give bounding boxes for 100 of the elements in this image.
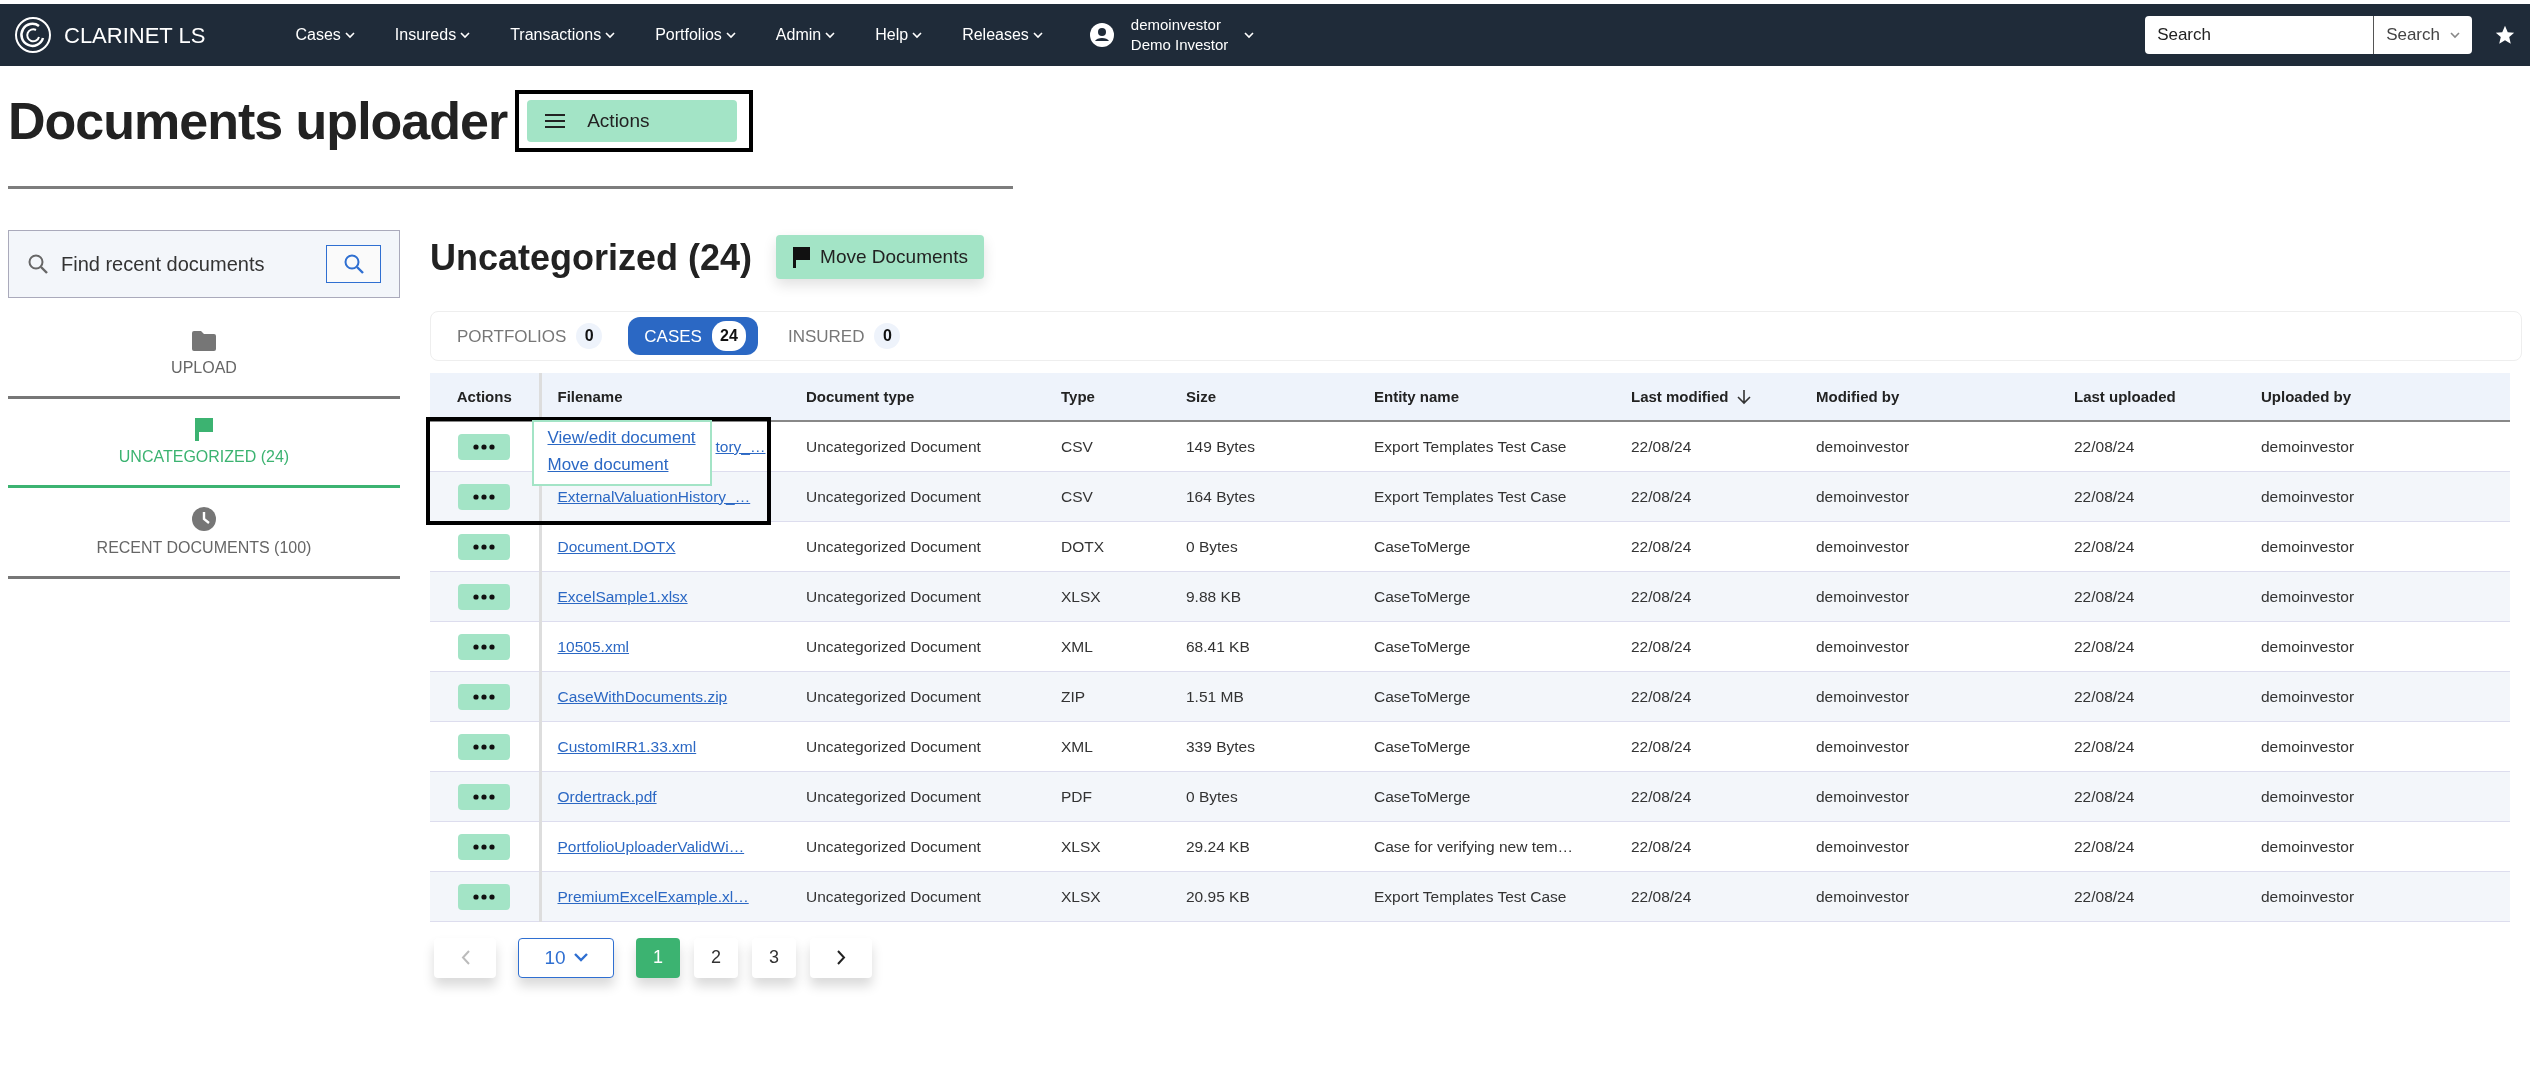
column-header[interactable]: Uploaded by [2245, 373, 2510, 422]
table-cell: 22/08/24 [2058, 621, 2245, 672]
row-actions-button[interactable] [458, 583, 511, 610]
nav-menu[interactable]: Portfolios [645, 23, 746, 47]
count-badge: 0 [874, 323, 901, 350]
dots-icon [473, 543, 496, 550]
table-cell: 20.95 KB [1170, 871, 1358, 922]
table-cell: CaseToMerge [1358, 621, 1615, 672]
sidebar-item[interactable]: RECENT DOCUMENTS (100) [8, 488, 400, 580]
menu-item[interactable]: View/edit document [547, 426, 696, 452]
table-cell: CaseToMerge [1358, 521, 1615, 572]
search-field[interactable]: Find recent documents [59, 248, 316, 281]
move-documents-button[interactable]: Move Documents [776, 235, 984, 280]
row-actions-button[interactable] [458, 733, 511, 760]
table-cell: 22/08/24 [1615, 621, 1800, 672]
chevron-down-icon [1032, 31, 1043, 39]
actions-button[interactable]: Actions [527, 100, 738, 143]
table-cell: XLSX [1045, 871, 1170, 922]
nav-menu[interactable]: Transactions [500, 23, 626, 47]
row-actions-button[interactable] [458, 833, 511, 860]
table-cell: 22/08/24 [1615, 771, 1800, 822]
tab[interactable]: CASES 24 [628, 317, 758, 356]
table-cell: demoinvestor [2245, 471, 2510, 522]
dots-icon [473, 743, 496, 750]
table-cell: demoinvestor [2245, 621, 2510, 672]
row-actions-button[interactable] [458, 434, 511, 461]
sidebar-item[interactable]: UPLOAD [8, 312, 400, 400]
table-cell: demoinvestor [1800, 721, 2058, 772]
chevron-down-icon [2450, 31, 2460, 39]
table-cell: demoinvestor [1800, 521, 2058, 572]
table-cell: DOTX [1045, 521, 1170, 572]
table-cell: Case for verifying new tem… [1358, 821, 1615, 872]
chevron-down-icon [1244, 31, 1255, 39]
file-link[interactable]: ExcelSample1.xlsx [557, 587, 688, 605]
search-icon [27, 253, 49, 276]
file-link[interactable]: tory_… [715, 438, 766, 455]
file-link[interactable]: CustomIRR1.33.xml [557, 737, 697, 755]
table-cell: demoinvestor [1800, 821, 2058, 872]
table-cell: 0 Bytes [1170, 521, 1358, 572]
user-menu[interactable]: demoinvestor Demo Investor [1088, 14, 1255, 56]
column-header[interactable]: Type [1045, 373, 1170, 422]
table-cell: 68.41 KB [1170, 621, 1358, 672]
chevron-down-icon [725, 31, 736, 39]
flag-icon [792, 246, 813, 269]
search-button[interactable] [326, 245, 381, 284]
search-field[interactable]: Search [2145, 16, 2374, 54]
display-name: Demo Investor [1130, 35, 1229, 55]
column-header[interactable]: Document type [790, 373, 1045, 422]
table-cell: 9.88 KB [1170, 571, 1358, 622]
file-link[interactable]: Document.DOTX [557, 537, 676, 555]
table-cell: 22/08/24 [1615, 671, 1800, 722]
table-cell: 0 Bytes [1170, 771, 1358, 822]
table-cell: Uncategorized Document [790, 621, 1045, 672]
user-icon [1088, 22, 1115, 48]
dots-icon [473, 643, 496, 650]
nav-menu[interactable]: Help [865, 23, 933, 47]
table-cell: PDF [1045, 771, 1170, 822]
column-header[interactable]: Last modified [1615, 373, 1800, 422]
dots-icon [473, 693, 496, 700]
table-cell: demoinvestor [1800, 671, 2058, 722]
nav-menu[interactable]: Cases [285, 23, 365, 47]
column-header[interactable]: Actions [430, 373, 540, 422]
file-link[interactable]: Ordertrack.pdf [557, 787, 657, 805]
row-actions-button[interactable] [458, 483, 511, 510]
tab[interactable]: PORTFOLIOS 0 [441, 317, 615, 356]
page-button[interactable]: 3 [752, 937, 796, 978]
search-dropdown[interactable]: Search [2373, 16, 2472, 54]
column-header[interactable]: Size [1170, 373, 1358, 422]
column-header[interactable]: Entity name [1358, 373, 1615, 422]
nav-menu[interactable]: Insureds [384, 23, 481, 47]
search-box[interactable]: Find recent documents [8, 230, 400, 299]
column-header[interactable]: Modified by [1800, 373, 2058, 422]
row-actions-button[interactable] [458, 533, 511, 560]
table-cell: demoinvestor [1800, 421, 2058, 472]
nav-menu[interactable]: Releases [952, 23, 1053, 47]
page-button[interactable]: 2 [694, 937, 738, 978]
menu-item[interactable]: Move document [547, 453, 696, 478]
column-header[interactable]: Filename [540, 373, 790, 422]
row-actions-button[interactable] [458, 883, 511, 910]
table-cell: 149 Bytes [1170, 421, 1358, 472]
page-title: Documents uploader [8, 91, 508, 152]
table-cell: 22/08/24 [2058, 721, 2245, 772]
row-actions-button[interactable] [458, 783, 511, 810]
row-actions-button[interactable] [458, 683, 511, 710]
row-actions-button[interactable] [458, 633, 511, 660]
clock-icon [191, 506, 217, 533]
table-cell: 22/08/24 [1615, 871, 1800, 922]
tab[interactable]: INSURED 0 [771, 317, 913, 356]
table-cell: Export Templates Test Case [1358, 421, 1615, 472]
page-size-select[interactable]: 10 [518, 937, 614, 978]
table-cell: ZIP [1045, 671, 1170, 722]
file-link[interactable]: PortfolioUploaderValidWi… [557, 837, 745, 855]
table-cell: demoinvestor [2245, 721, 2510, 772]
table-cell: 1.51 MB [1170, 671, 1358, 722]
nav-menu[interactable]: Admin [765, 23, 846, 47]
table-cell: XML [1045, 721, 1170, 772]
count-badge: 24 [711, 321, 746, 352]
star-icon [2494, 24, 2516, 46]
column-header[interactable]: Last uploaded [2058, 373, 2245, 422]
file-link[interactable]: 10505.xml [557, 637, 629, 655]
